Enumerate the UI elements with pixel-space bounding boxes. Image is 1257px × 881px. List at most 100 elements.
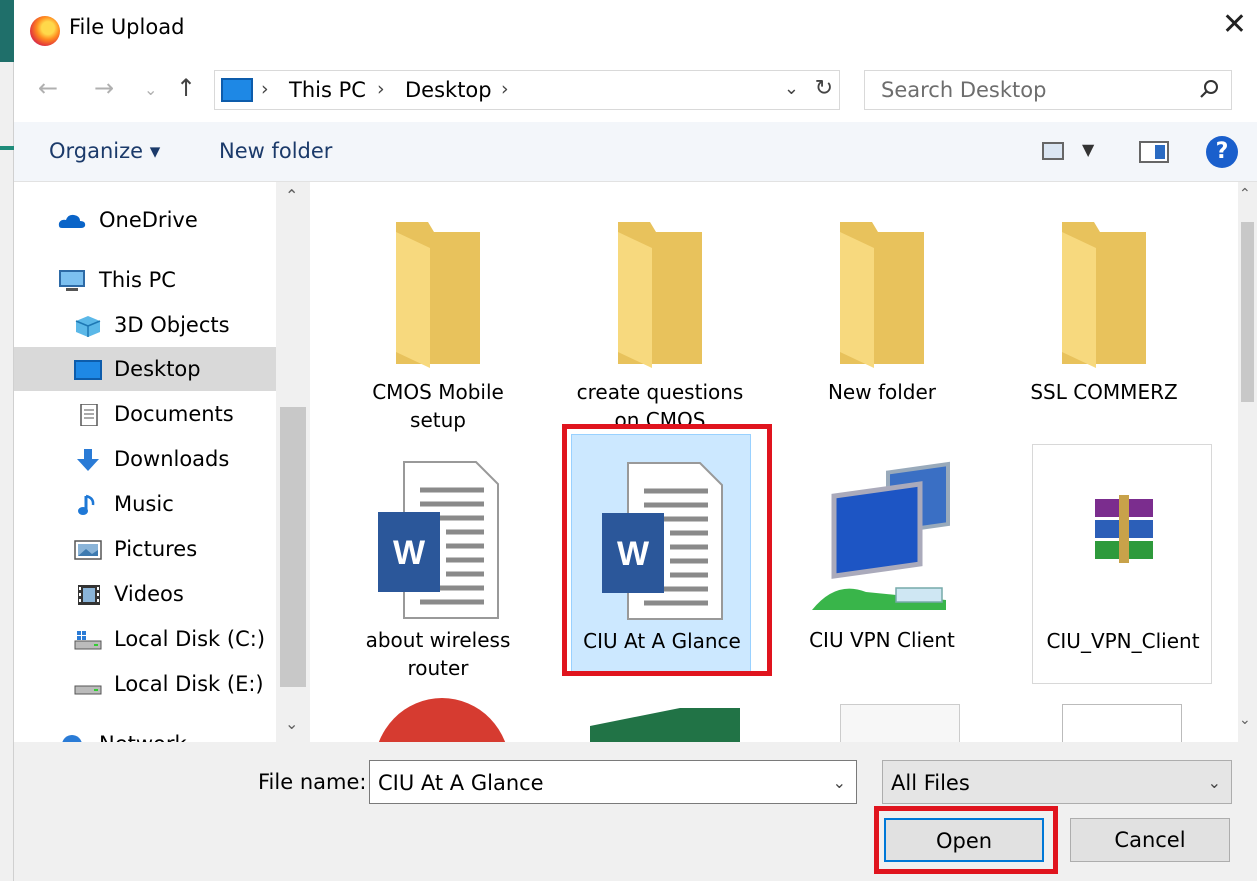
nav-item-3d-objects[interactable]: 3D Objects bbox=[14, 303, 276, 347]
file-name: SSL COMMERZ bbox=[1030, 380, 1178, 404]
partial-document-icon bbox=[1062, 704, 1182, 742]
nav-item-downloads[interactable]: Downloads bbox=[14, 437, 276, 481]
breadcrumb-desktop[interactable]: Desktop bbox=[405, 78, 492, 102]
folder-icon bbox=[1062, 222, 1146, 368]
file-item-new-folder[interactable]: New folder bbox=[792, 186, 972, 426]
nav-item-desktop[interactable]: Desktop bbox=[14, 347, 276, 391]
address-bar[interactable]: › This PC › Desktop › ⌄ ↻ bbox=[214, 70, 840, 110]
refresh-icon[interactable]: ↻ bbox=[815, 76, 833, 101]
nav-item-network[interactable]: Network bbox=[14, 722, 276, 742]
network-shortcut-icon bbox=[812, 461, 950, 610]
breadcrumb-separator-icon: › bbox=[377, 78, 385, 100]
breadcrumb-this-pc[interactable]: This PC bbox=[289, 78, 366, 102]
nav-item-local-disk-c[interactable]: Local Disk (C:) bbox=[14, 617, 276, 661]
nav-label: 3D Objects bbox=[114, 313, 230, 337]
nav-label: Music bbox=[114, 492, 174, 516]
folder-icon bbox=[618, 222, 702, 368]
new-folder-button[interactable]: New folder bbox=[219, 139, 332, 163]
address-row: ← → ⌄ ↑ › This PC › Desktop › ⌄ ↻ Search… bbox=[14, 58, 1257, 122]
scroll-down-icon[interactable]: ⌄ bbox=[1239, 712, 1251, 728]
file-name-line2: router bbox=[407, 656, 469, 680]
nav-scroll-thumb[interactable] bbox=[280, 407, 306, 687]
nav-label: Videos bbox=[114, 582, 184, 606]
file-item-ssl-commerz[interactable]: SSL COMMERZ bbox=[1014, 186, 1194, 426]
file-scroll-thumb[interactable] bbox=[1241, 222, 1254, 402]
file-upload-dialog: File Upload ✕ ← → ⌄ ↑ › This PC › Deskto… bbox=[14, 0, 1257, 881]
file-name-label: File name: bbox=[258, 770, 367, 794]
desktop-icon bbox=[74, 360, 102, 380]
scroll-up-icon[interactable]: ⌃ bbox=[1239, 186, 1251, 202]
partial-file-icon bbox=[374, 698, 510, 742]
file-item-cmos-mobile-setup[interactable]: CMOS Mobile setup bbox=[348, 186, 528, 432]
file-name-line2: setup bbox=[410, 408, 466, 432]
file-item-create-questions-on-cmos[interactable]: create questions on CMOS bbox=[570, 186, 750, 426]
file-type-dropdown-icon[interactable]: ⌄ bbox=[1208, 773, 1221, 792]
file-item-ciu-vpn-client[interactable]: CIU VPN Client bbox=[792, 434, 972, 674]
videos-icon bbox=[78, 585, 100, 605]
search-input[interactable]: Search Desktop bbox=[864, 70, 1232, 110]
background-window-accent bbox=[0, 0, 14, 62]
documents-icon bbox=[80, 404, 98, 426]
file-name: about wireless bbox=[365, 628, 511, 652]
file-name: CMOS Mobile bbox=[372, 380, 504, 404]
file-list-scrollbar[interactable]: ⌃ ⌄ bbox=[1238, 182, 1257, 742]
preview-pane-icon[interactable] bbox=[1139, 141, 1169, 163]
up-arrow-icon[interactable]: ↑ bbox=[176, 74, 196, 102]
file-item-ciu-vpn-client-archive[interactable]: CIU_VPN_Client bbox=[1032, 444, 1212, 684]
folder-icon bbox=[396, 222, 480, 368]
title-bar: File Upload ✕ bbox=[14, 0, 1257, 58]
nav-item-local-disk-e[interactable]: Local Disk (E:) bbox=[14, 662, 276, 706]
highlight-box-open-button bbox=[874, 806, 1058, 874]
nav-label: This PC bbox=[99, 268, 176, 292]
word-document-icon: W bbox=[378, 461, 499, 619]
navigation-pane: OneDrive This PC 3D Objects Desktop Docu… bbox=[14, 182, 310, 742]
highlight-box-selected-file bbox=[562, 424, 772, 676]
file-list: CMOS Mobile setup create questions on CM… bbox=[310, 182, 1238, 742]
back-arrow-icon[interactable]: ← bbox=[38, 74, 58, 102]
firefox-icon bbox=[30, 16, 60, 46]
onedrive-icon bbox=[58, 214, 86, 228]
nav-item-this-pc[interactable]: This PC bbox=[14, 258, 276, 302]
this-pc-icon bbox=[59, 270, 85, 291]
file-type-select[interactable]: All Files ⌄ bbox=[882, 760, 1232, 804]
search-placeholder: Search Desktop bbox=[881, 78, 1047, 102]
nav-item-documents[interactable]: Documents bbox=[14, 392, 276, 436]
organize-button[interactable]: Organize ▾ bbox=[49, 139, 160, 163]
file-type-value: All Files bbox=[891, 771, 970, 795]
scroll-down-icon[interactable]: ⌄ bbox=[285, 714, 298, 733]
view-options-chevron-icon[interactable]: ▼ bbox=[1082, 140, 1094, 159]
dialog-footer: File name: CIU At A Glance ⌄ All Files ⌄… bbox=[14, 742, 1257, 881]
svg-text:W: W bbox=[393, 534, 426, 572]
dialog-title: File Upload bbox=[69, 15, 185, 39]
file-name: create questions bbox=[576, 380, 744, 404]
search-icon bbox=[1200, 80, 1218, 98]
partial-file-icon bbox=[840, 704, 960, 742]
scroll-up-icon[interactable]: ⌃ bbox=[285, 186, 298, 205]
nav-item-music[interactable]: Music bbox=[14, 482, 276, 526]
breadcrumb-separator-icon: › bbox=[261, 78, 269, 100]
command-toolbar: Organize ▾ New folder ▼ ? bbox=[14, 122, 1257, 182]
address-dropdown-icon[interactable]: ⌄ bbox=[784, 78, 799, 99]
cancel-button[interactable]: Cancel bbox=[1070, 818, 1230, 862]
file-name-input[interactable]: CIU At A Glance ⌄ bbox=[369, 760, 857, 804]
file-item-about-wireless-router[interactable]: W about wireless router bbox=[348, 434, 528, 680]
file-name-dropdown-icon[interactable]: ⌄ bbox=[833, 773, 846, 792]
drive-c-icon bbox=[74, 631, 102, 650]
file-name: New folder bbox=[827, 380, 937, 404]
nav-pane-scrollbar[interactable]: ⌃ ⌄ bbox=[276, 182, 310, 742]
forward-arrow-icon[interactable]: → bbox=[94, 74, 114, 102]
help-icon[interactable]: ? bbox=[1206, 136, 1238, 168]
change-view-icon[interactable] bbox=[1042, 142, 1064, 160]
file-name: CIU VPN Client bbox=[809, 628, 955, 652]
nav-item-pictures[interactable]: Pictures bbox=[14, 527, 276, 571]
nav-label: Desktop bbox=[114, 357, 201, 381]
drive-e-icon bbox=[74, 685, 102, 695]
nav-item-videos[interactable]: Videos bbox=[14, 572, 276, 616]
nav-item-onedrive[interactable]: OneDrive bbox=[14, 198, 276, 242]
close-icon[interactable]: ✕ bbox=[1222, 10, 1247, 40]
nav-label: Local Disk (C:) bbox=[114, 627, 266, 651]
background-window-edge bbox=[0, 0, 14, 881]
nav-label: Documents bbox=[114, 402, 234, 426]
background-window-accent-line bbox=[0, 146, 14, 150]
recent-locations-chevron-icon[interactable]: ⌄ bbox=[144, 80, 157, 99]
